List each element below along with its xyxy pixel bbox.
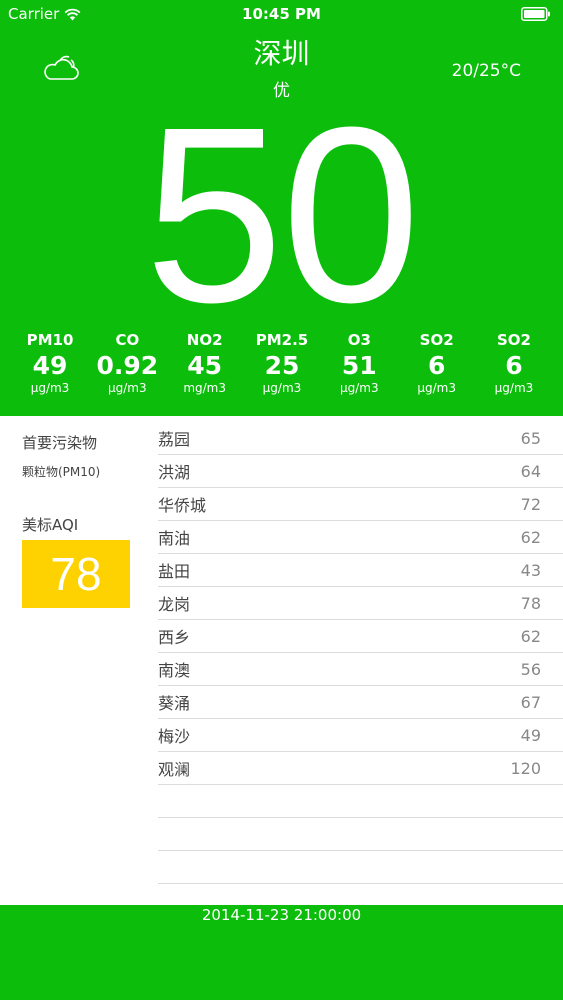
station-aqi: 78 (520, 593, 541, 613)
pollutant-item: PM10 49 μg/m3 (12, 331, 88, 399)
us-aqi-label: 美标AQI (22, 516, 79, 534)
station-row[interactable]: 梅沙 49 (158, 719, 563, 752)
pollutant-list: PM10 49 μg/m3 CO 0.92 μg/m3 NO2 45 mg/m3… (12, 331, 552, 399)
pollutant-value: 51 (341, 351, 377, 380)
station-row[interactable]: 西乡 62 (158, 620, 563, 653)
station-row[interactable]: 南油 62 (158, 521, 563, 554)
station-row[interactable]: 龙岗 78 (158, 587, 563, 620)
station-name: 洪湖 (158, 463, 191, 482)
station-aqi: 67 (520, 692, 541, 712)
pollutant-value: 6 (505, 351, 523, 380)
station-aqi: 62 (520, 626, 541, 646)
station-aqi: 64 (520, 461, 541, 481)
empty-row (158, 818, 563, 851)
station-row[interactable]: 洪湖 64 (158, 455, 563, 488)
primary-pollutant-label: 首要污染物 (22, 434, 98, 452)
pollutant-unit: μg/m3 (340, 381, 379, 395)
update-timestamp: 2014-11-23 21:00:00 (201, 906, 362, 924)
pollutant-item: CO 0.92 μg/m3 (89, 331, 165, 399)
station-list[interactable]: 荔园 65 洪湖 64 华侨城 72 南油 62 盐田 43 龙岗 78 西乡 … (158, 422, 563, 884)
station-name: 葵涌 (158, 694, 191, 713)
pollutant-name: NO2 (186, 331, 223, 349)
pollutant-name: O3 (347, 331, 371, 349)
station-name: 华侨城 (158, 496, 207, 515)
header-panel: Carrier 10:45 PM 深圳 优 20/25°C 50 PM10 49… (0, 0, 563, 416)
footer-bar: 2014-11-23 21:00:00 (0, 905, 563, 1000)
pollutant-unit: μg/m3 (30, 381, 70, 395)
pollutant-name: SO2 (419, 331, 454, 349)
pollutant-item: NO2 45 mg/m3 (167, 331, 243, 399)
primary-pollutant-value: 颗粒物(PM10) (22, 465, 101, 479)
pollutant-name: SO2 (496, 331, 531, 349)
pollutant-item: O3 51 μg/m3 (321, 331, 397, 399)
station-row[interactable]: 华侨城 72 (158, 488, 563, 521)
station-row[interactable]: 南澳 56 (158, 653, 563, 686)
pollutant-name: PM10 (26, 331, 74, 349)
battery-icon (521, 7, 550, 21)
pollutant-unit: μg/m3 (108, 381, 147, 395)
us-aqi-value: 78 (22, 540, 130, 608)
station-name: 荔园 (158, 430, 191, 449)
pollutant-value: 25 (264, 351, 300, 380)
empty-row (158, 851, 563, 884)
station-row[interactable]: 盐田 43 (158, 554, 563, 587)
station-aqi: 49 (520, 725, 541, 745)
pollutant-name: CO (115, 331, 140, 349)
station-row[interactable]: 观澜 120 (158, 752, 563, 785)
station-name: 南油 (158, 529, 191, 548)
station-row[interactable]: 葵涌 67 (158, 686, 563, 719)
station-name: 梅沙 (158, 727, 191, 746)
pollutant-unit: μg/m3 (262, 381, 302, 395)
pollutant-value: 6 (427, 351, 446, 380)
pollutant-name: PM2.5 (255, 331, 309, 349)
station-name: 观澜 (158, 760, 191, 779)
station-aqi: 120 (510, 758, 541, 778)
pollutant-value: 49 (32, 351, 68, 380)
temperature: 20/25°C (451, 61, 521, 81)
pollutant-unit: μg/m3 (417, 381, 456, 395)
station-name: 龙岗 (158, 595, 191, 614)
status-bar: Carrier 10:45 PM (0, 0, 563, 30)
pollutant-item: SO2 6 μg/m3 (476, 331, 552, 399)
station-name: 盐田 (158, 562, 191, 581)
station-aqi: 43 (520, 560, 541, 580)
station-aqi: 72 (520, 494, 541, 514)
pollutant-unit: mg/m3 (183, 381, 226, 395)
pollutant-value: 45 (187, 351, 223, 380)
pollutant-value: 0.92 (96, 351, 159, 380)
station-aqi: 65 (520, 428, 541, 448)
pollutant-unit: μg/m3 (494, 381, 534, 395)
status-time: 10:45 PM (242, 5, 321, 23)
station-name: 南澳 (158, 661, 191, 680)
summary-panel: 首要污染物 颗粒物(PM10) 美标AQI 78 (22, 432, 152, 608)
station-aqi: 62 (520, 527, 541, 547)
empty-row (158, 785, 563, 818)
pollutant-item: PM2.5 25 μg/m3 (244, 331, 320, 399)
station-aqi: 56 (520, 659, 541, 679)
pollutant-item: SO2 6 μg/m3 (399, 331, 475, 399)
station-name: 西乡 (158, 628, 191, 647)
station-row[interactable]: 荔园 65 (158, 422, 563, 455)
aqi-value: 50 (144, 75, 420, 354)
